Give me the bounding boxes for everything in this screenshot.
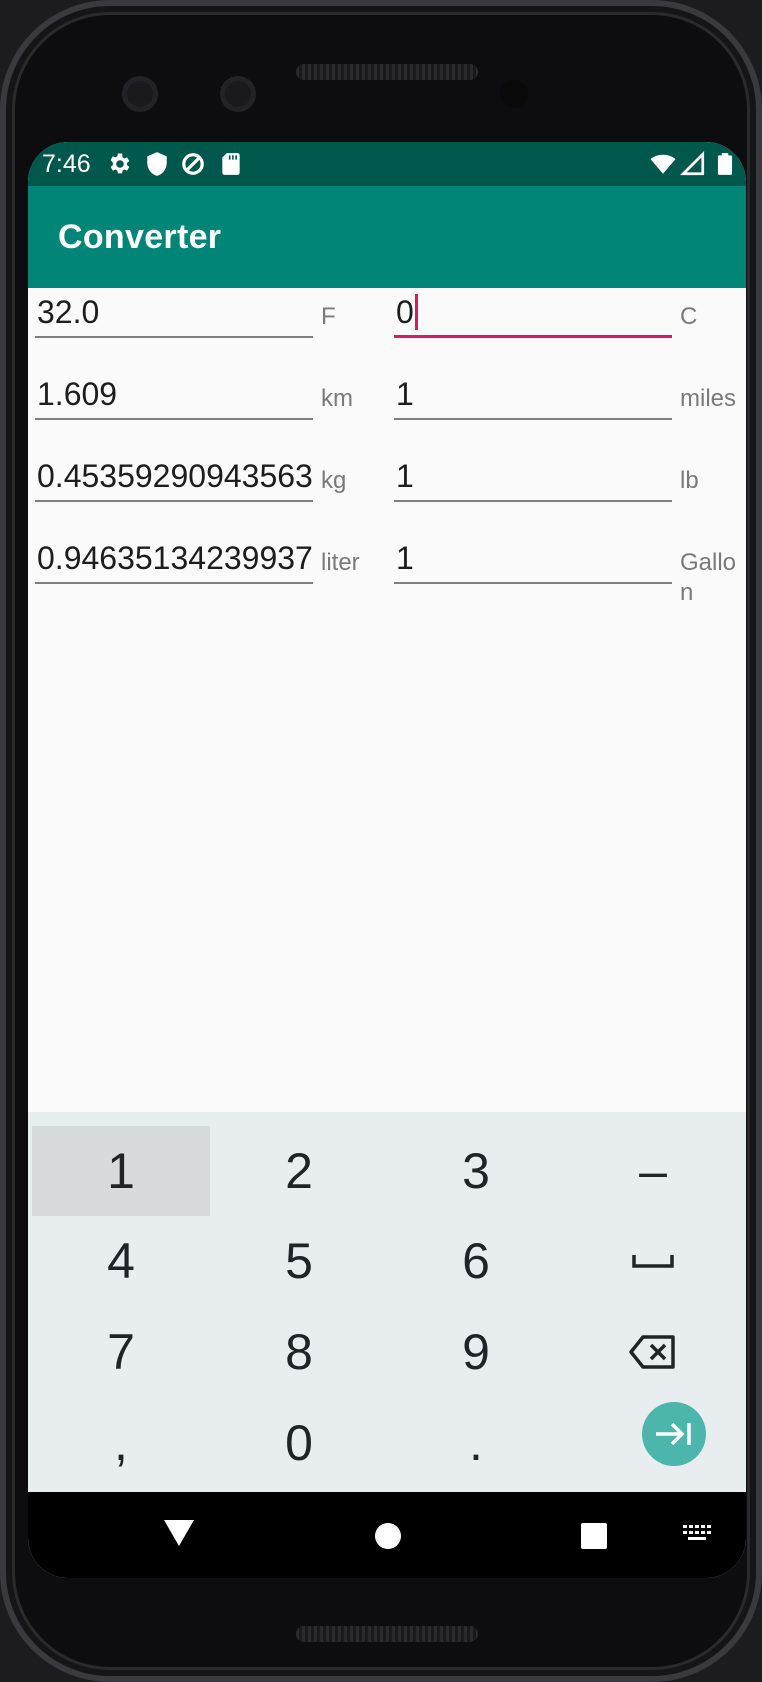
key-minus[interactable]: – <box>564 1126 742 1216</box>
app-title: Converter <box>58 218 222 256</box>
liter-input[interactable]: 0.94635134239937 <box>35 534 313 584</box>
signal-icon <box>680 151 705 176</box>
key-4[interactable]: 4 <box>32 1216 210 1306</box>
front-sensor <box>220 76 256 112</box>
kg-input[interactable]: 0.45359290943563 <box>35 452 313 502</box>
wifi-icon <box>650 154 676 174</box>
battery-icon <box>717 153 733 175</box>
key-space[interactable] <box>564 1216 742 1306</box>
gear-icon <box>110 153 130 174</box>
fahrenheit-unit-label: F <box>321 303 336 330</box>
app-bar: Converter <box>28 186 746 288</box>
celsius-input[interactable]: 0 <box>394 288 672 338</box>
recents-nav-icon[interactable] <box>580 1522 608 1550</box>
kg-unit-label: kg <box>321 467 347 494</box>
volume-row: 0.94635134239937 liter 1 Gallon <box>28 534 746 606</box>
navigation-bar <box>28 1492 746 1578</box>
key-6[interactable]: 6 <box>387 1216 565 1306</box>
key-1[interactable]: 1 <box>32 1126 210 1216</box>
miles-unit-label: miles <box>680 385 737 412</box>
liter-unit-label: liter <box>321 549 360 576</box>
status-bar: 7:46 <box>28 142 746 186</box>
keyboard-switch-icon[interactable] <box>682 1524 712 1542</box>
sd-card-icon <box>222 153 240 175</box>
back-nav-icon[interactable] <box>162 1518 196 1548</box>
key-2[interactable]: 2 <box>210 1126 388 1216</box>
text-cursor <box>414 294 418 330</box>
key-comma[interactable]: , <box>32 1398 210 1488</box>
status-time: 7:46 <box>42 150 91 178</box>
miles-input[interactable]: 1 <box>394 370 672 420</box>
key-period[interactable]: . <box>387 1398 565 1488</box>
km-unit-label: km <box>321 385 353 412</box>
lb-unit-label: lb <box>680 467 699 494</box>
screen: 7:46 Converter 32.0 F 0 C 1.609 km 1 mil… <box>28 142 746 1578</box>
weight-row: 0.45359290943563 kg 1 lb <box>28 452 746 522</box>
fahrenheit-input[interactable]: 32.0 <box>35 288 313 338</box>
gallon-input[interactable]: 1 <box>394 534 672 584</box>
bottom-speaker <box>296 1626 478 1642</box>
key-7[interactable]: 7 <box>32 1307 210 1397</box>
lb-input[interactable]: 1 <box>394 452 672 502</box>
celsius-unit-label: C <box>680 303 698 330</box>
home-nav-icon[interactable] <box>374 1522 402 1550</box>
celsius-input-value: 0 <box>396 294 414 330</box>
space-icon <box>632 1255 674 1268</box>
data-saver-icon <box>182 153 204 175</box>
key-9[interactable]: 9 <box>387 1307 565 1397</box>
key-backspace[interactable] <box>564 1307 742 1397</box>
front-camera <box>122 76 158 112</box>
km-input[interactable]: 1.609 <box>35 370 313 420</box>
next-arrow-icon <box>656 1422 691 1446</box>
key-0[interactable]: 0 <box>210 1398 388 1488</box>
proximity-sensor <box>500 80 528 108</box>
earpiece-speaker <box>296 64 478 80</box>
next-key[interactable] <box>642 1402 706 1466</box>
key-5[interactable]: 5 <box>210 1216 388 1306</box>
gallon-unit-label: Gallon <box>680 549 737 606</box>
distance-row: 1.609 km 1 miles <box>28 370 746 440</box>
key-8[interactable]: 8 <box>210 1307 388 1397</box>
key-3[interactable]: 3 <box>387 1126 565 1216</box>
temperature-row: 32.0 F 0 C <box>28 288 746 358</box>
backspace-icon <box>629 1335 675 1369</box>
shield-icon <box>147 152 167 176</box>
phone-frame: 7:46 Converter 32.0 F 0 C 1.609 km 1 mil… <box>0 0 762 1682</box>
